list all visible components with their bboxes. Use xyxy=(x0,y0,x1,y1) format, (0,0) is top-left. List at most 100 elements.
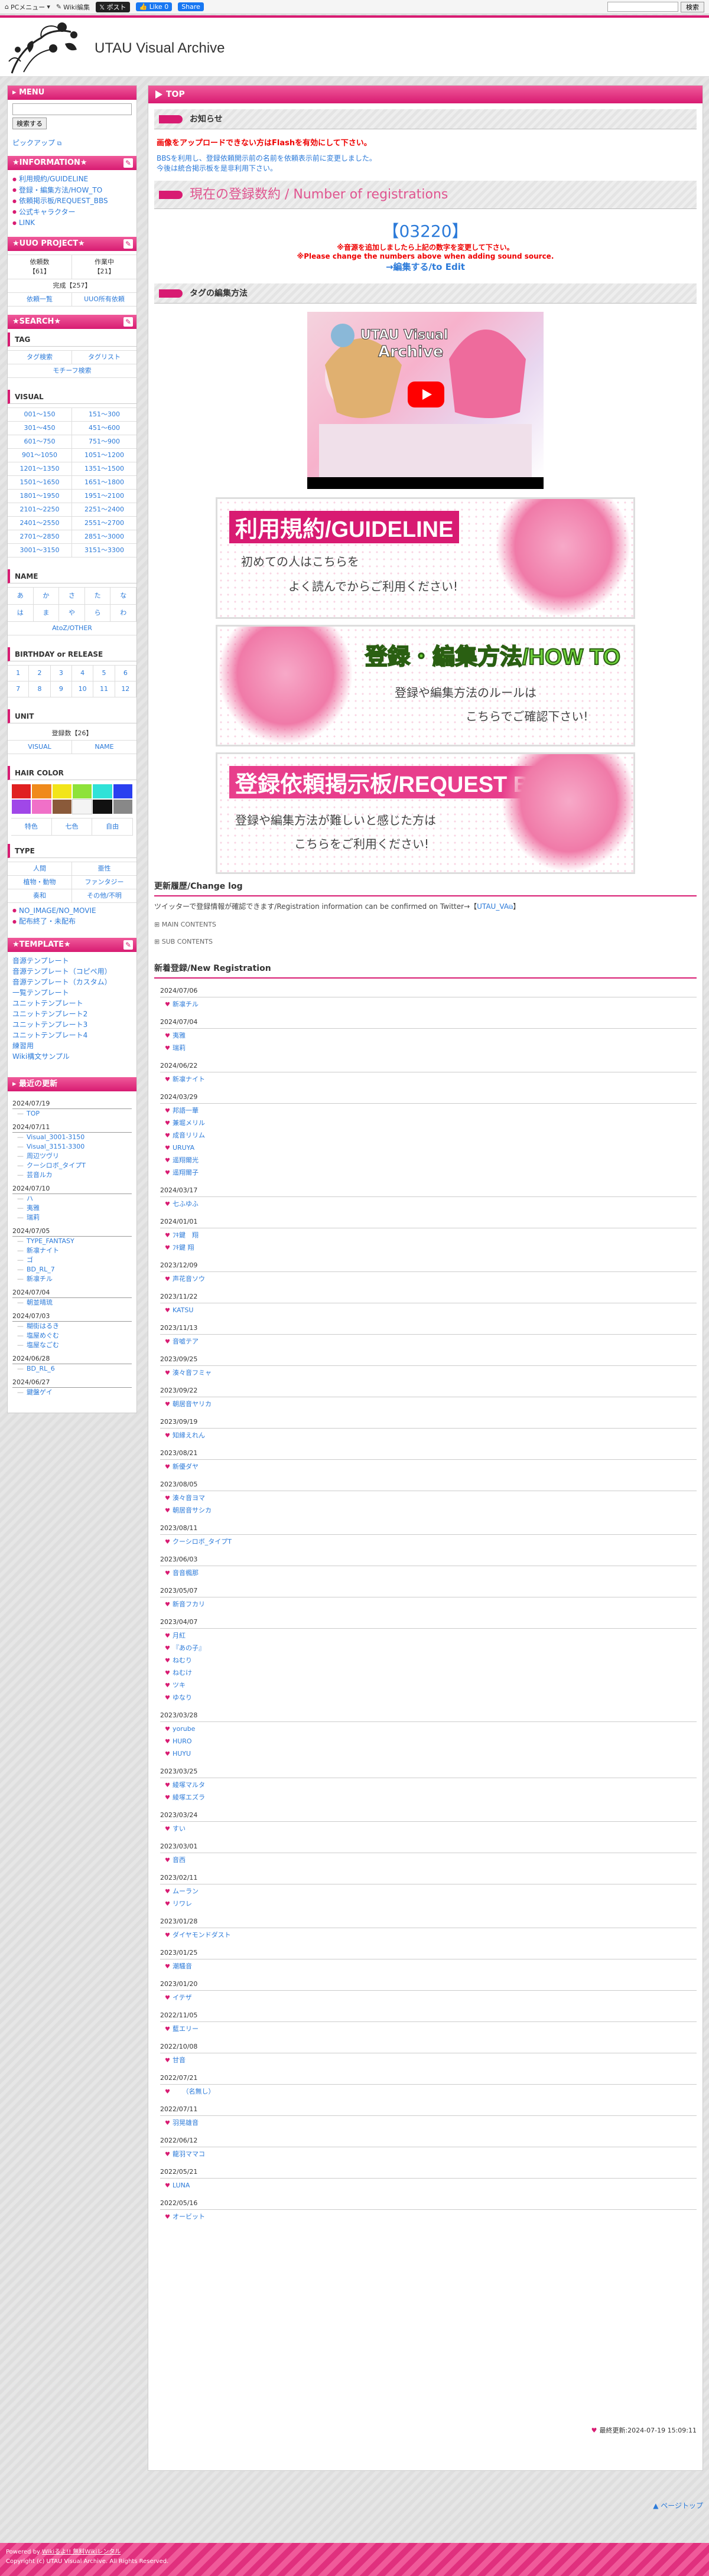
registration-item-link[interactable]: HURO xyxy=(165,1734,703,1747)
visual-range-link[interactable]: 751〜900 xyxy=(72,435,136,449)
edit-plus-icon[interactable]: ✎ xyxy=(123,940,133,950)
play-button[interactable] xyxy=(408,381,444,407)
birth-month-link[interactable]: 9 xyxy=(50,681,72,697)
registration-item-link[interactable]: 月紅 xyxy=(165,1629,703,1641)
update-item-link[interactable]: 瑞莉 xyxy=(12,1213,132,1222)
update-item-link[interactable]: 塩屋なごむ xyxy=(12,1341,132,1350)
visual-range-link[interactable]: 3001〜3150 xyxy=(8,543,72,557)
hair-free-link[interactable]: 自由 xyxy=(92,818,133,836)
registration-item-link[interactable]: 藍エリー xyxy=(165,2022,703,2034)
update-item-link[interactable]: TYPE_FANTASY xyxy=(12,1237,132,1246)
registration-item-link[interactable]: 『あの子』 xyxy=(165,1641,703,1654)
visual-range-link[interactable]: 1051〜1200 xyxy=(72,449,136,462)
registration-item-link[interactable]: KATSU xyxy=(165,1303,703,1316)
footer-wiki-link[interactable]: Wikiるよ!! 無料Wikiレンタル xyxy=(42,2549,121,2555)
registration-item-link[interactable]: 綾塚マルタ xyxy=(165,1778,703,1791)
project-link[interactable]: 依頼一覧 xyxy=(8,292,72,306)
floral-logo-icon[interactable] xyxy=(6,20,89,74)
tag-list-link[interactable]: タグリスト xyxy=(72,351,136,364)
visual-range-link[interactable]: 1201〜1350 xyxy=(8,462,72,476)
update-item-link[interactable]: Visual_3001-3150 xyxy=(12,1133,132,1142)
registration-item-link[interactable]: オービット xyxy=(165,2210,703,2222)
registration-item-link[interactable]: 新音フカリ xyxy=(165,1597,703,1610)
info-link[interactable]: 登録・編集方法/HOW_TO xyxy=(12,185,132,196)
update-item-link[interactable]: ハ xyxy=(12,1194,132,1204)
update-item-link[interactable]: Visual_3151-3300 xyxy=(12,1142,132,1152)
type-extra-link[interactable]: NO_IMAGE/NO_MOVIE xyxy=(12,905,132,917)
registration-item-link[interactable]: 新凛チル xyxy=(165,997,703,1010)
registration-item-link[interactable]: 遥翔爾子 xyxy=(165,1166,703,1178)
visual-range-link[interactable]: 1351〜1500 xyxy=(72,462,136,476)
hair-color-swatch[interactable] xyxy=(51,783,72,799)
site-title[interactable]: UTAU Visual Archive xyxy=(95,40,225,57)
registration-item-link[interactable]: ムーラン xyxy=(165,1884,703,1897)
tag-search-link[interactable]: タグ検索 xyxy=(8,350,72,364)
name-kana-link[interactable]: さ xyxy=(59,587,85,605)
registration-item-link[interactable]: ゆなり xyxy=(165,1691,703,1703)
hair-color-swatch[interactable] xyxy=(71,783,93,799)
visual-range-link[interactable]: 1651〜1800 xyxy=(72,476,136,490)
registration-item-link[interactable]: 湊々音フミャ xyxy=(165,1366,703,1378)
registration-item-link[interactable]: 朝居音サシカ xyxy=(165,1504,703,1516)
registration-item-link[interactable]: 邦語一華 xyxy=(165,1104,703,1116)
edit-plus-icon[interactable]: ✎ xyxy=(123,158,133,168)
update-item-link[interactable]: BD_RL_7 xyxy=(12,1265,132,1274)
registration-item-link[interactable]: イテザ xyxy=(165,1991,703,2003)
visual-range-link[interactable]: 1951〜2100 xyxy=(72,490,136,503)
pc-menu-button[interactable]: ⌂ PCメニュー ▾ xyxy=(5,2,50,12)
name-kana-link[interactable]: か xyxy=(33,587,60,605)
registration-item-link[interactable]: ダイヤモンドダスト xyxy=(165,1928,703,1941)
registration-item-link[interactable]: 龍羽ママコ xyxy=(165,2147,703,2160)
registration-item-link[interactable]: 湊々音ヨマ xyxy=(165,1491,703,1504)
update-item-link[interactable]: 糊街はるき xyxy=(12,1322,132,1331)
unit-visual-link[interactable]: VISUAL xyxy=(8,740,72,754)
info-link[interactable]: 利用規約/GUIDELINE xyxy=(12,174,132,185)
request-bbs-banner[interactable]: 登録依頼掲示板/REQUEST BBS 登録や編集方法が難しいと感じた方は こち… xyxy=(216,752,635,874)
hair-color-swatch[interactable] xyxy=(112,798,133,814)
registration-item-link[interactable]: （名無し） xyxy=(165,2085,703,2097)
page-top-link[interactable]: ▲ ページトップ xyxy=(653,2500,703,2510)
like-button[interactable]: 👍 Like 0 xyxy=(135,2,173,11)
registration-item-link[interactable]: 音西 xyxy=(165,1853,703,1866)
update-item-link[interactable]: 鍵盤ゲイ xyxy=(12,1388,132,1397)
registration-item-link[interactable]: ﾌｷ鍵 翔 xyxy=(165,1228,703,1241)
visual-range-link[interactable]: 1501〜1650 xyxy=(8,475,72,490)
name-kana-link[interactable]: や xyxy=(59,604,85,622)
registration-item-link[interactable]: 声花音ソウ xyxy=(165,1272,703,1284)
template-link[interactable]: ユニットテンプレート xyxy=(12,998,132,1009)
share-button[interactable]: Share xyxy=(178,2,204,11)
info-link[interactable]: 依頼掲示板/REQUEST_BBS xyxy=(12,195,132,207)
hair-color-swatch[interactable] xyxy=(71,798,93,814)
registration-item-link[interactable]: 新凛ナイト xyxy=(165,1072,703,1085)
birth-month-link[interactable]: 8 xyxy=(29,681,51,697)
visual-range-link[interactable]: 2851〜3000 xyxy=(72,530,136,544)
template-link[interactable]: 音源テンプレート（カスタム） xyxy=(12,977,132,987)
visual-range-link[interactable]: 001〜150 xyxy=(8,407,72,422)
template-link[interactable]: 音源テンプレート（コピペ用） xyxy=(12,966,132,977)
visual-range-link[interactable]: 151〜300 xyxy=(72,408,136,422)
template-link[interactable]: 一覧テンプレート xyxy=(12,987,132,998)
hair-color-swatch[interactable] xyxy=(112,783,133,799)
type-link[interactable]: 植物・動物 xyxy=(8,875,72,889)
name-kana-link[interactable]: た xyxy=(84,587,111,605)
registration-item-link[interactable]: ツキ xyxy=(165,1678,703,1691)
wiki-edit-button[interactable]: ✎ Wiki編集 xyxy=(56,2,90,12)
update-item-link[interactable]: 芸音ルカ xyxy=(12,1170,132,1180)
visual-range-link[interactable]: 451〜600 xyxy=(72,422,136,435)
name-kana-link[interactable]: ら xyxy=(84,604,111,622)
name-kana-link[interactable]: ま xyxy=(33,604,60,622)
twitter-link[interactable]: UTAU_VA xyxy=(477,902,509,911)
info-link[interactable]: 公式キャラクター xyxy=(12,207,132,218)
birth-month-link[interactable]: 2 xyxy=(29,665,51,682)
registration-item-link[interactable]: 朝居音ヤリカ xyxy=(165,1397,703,1410)
template-link[interactable]: ユニットテンプレート2 xyxy=(12,1009,132,1019)
sub-contents-toggle[interactable]: ⊞ SUB CONTENTS xyxy=(148,933,703,950)
name-atoz-link[interactable]: AtoZ/OTHER xyxy=(8,622,136,635)
motif-search-link[interactable]: モチーフ検索 xyxy=(8,364,136,378)
registration-item-link[interactable]: ﾌｷ鍵 翔 xyxy=(165,1241,703,1253)
sidebar-search-button[interactable]: 検索する xyxy=(12,118,47,129)
birth-month-link[interactable]: 10 xyxy=(71,681,94,697)
update-item-link[interactable]: 周辺ツヴリ xyxy=(12,1152,132,1161)
registration-item-link[interactable]: 羽晃雄音 xyxy=(165,2116,703,2128)
visual-range-link[interactable]: 1801〜1950 xyxy=(8,489,72,503)
